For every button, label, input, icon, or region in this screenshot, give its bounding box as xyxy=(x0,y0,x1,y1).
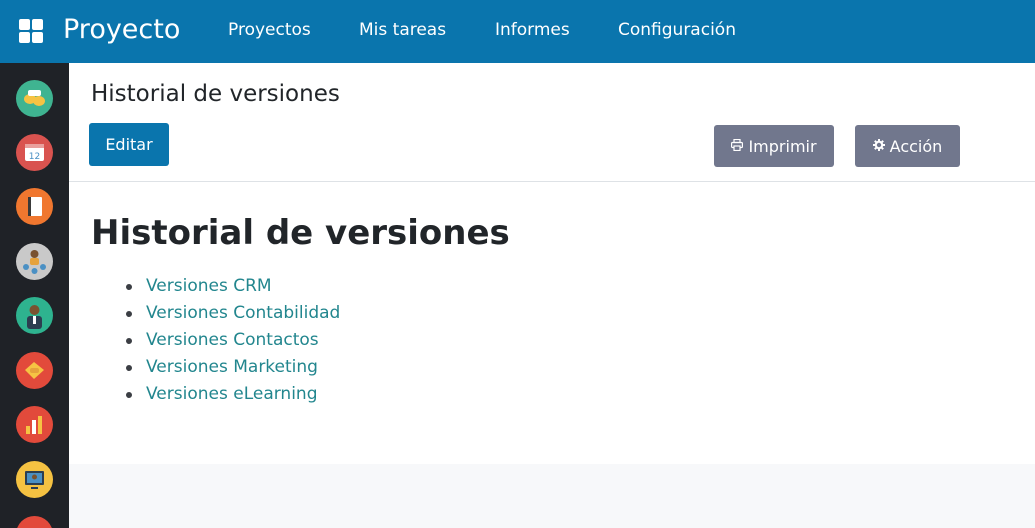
extra-app-icon[interactable] xyxy=(16,516,53,528)
chat-app-icon[interactable] xyxy=(16,80,53,117)
nav-mis-tareas[interactable]: Mis tareas xyxy=(359,20,446,40)
versions-list: Versiones CRM Versiones Contabilidad Ver… xyxy=(125,273,340,408)
top-navbar: Proyecto Proyectos Mis tareas Informes C… xyxy=(0,0,1035,63)
chart-app-icon[interactable] xyxy=(16,406,53,443)
print-button-label: Imprimir xyxy=(748,136,817,156)
action-button-label: Acción xyxy=(889,136,943,156)
print-icon xyxy=(731,138,744,154)
gear-icon xyxy=(872,138,885,154)
elearning-app-icon[interactable] xyxy=(16,461,53,498)
edit-button-label: Editar xyxy=(105,135,153,154)
version-link-contabilidad[interactable]: Versiones Contabilidad xyxy=(125,300,340,327)
nav-informes[interactable]: Informes xyxy=(495,20,570,40)
header-divider xyxy=(69,181,1035,182)
print-button[interactable]: Imprimir xyxy=(714,125,834,167)
action-button[interactable]: Acción xyxy=(855,125,960,167)
edit-button[interactable]: Editar xyxy=(89,123,169,166)
handshake-app-icon[interactable] xyxy=(16,352,53,389)
page-title: Historial de versiones xyxy=(91,213,510,253)
employee-app-icon[interactable] xyxy=(16,297,53,334)
team-app-icon[interactable] xyxy=(16,243,53,280)
version-link-marketing[interactable]: Versiones Marketing xyxy=(125,354,340,381)
content-panel: Historial de versiones Editar Imprimir A… xyxy=(69,63,1035,464)
version-link-contactos[interactable]: Versiones Contactos xyxy=(125,327,340,354)
notebook-app-icon[interactable] xyxy=(16,188,53,225)
calendar-day-label: 12 xyxy=(29,152,40,162)
app-brand[interactable]: Proyecto xyxy=(63,14,180,45)
apps-sidebar: 12 xyxy=(0,63,69,528)
version-link-elearning[interactable]: Versiones eLearning xyxy=(125,381,340,408)
nav-proyectos[interactable]: Proyectos xyxy=(228,20,311,40)
calendar-app-icon[interactable]: 12 xyxy=(16,134,53,171)
breadcrumb[interactable]: Historial de versiones xyxy=(91,81,340,107)
apps-grid-icon[interactable] xyxy=(19,19,45,45)
version-link-crm[interactable]: Versiones CRM xyxy=(125,273,340,300)
nav-configuracion[interactable]: Configuración xyxy=(618,20,736,40)
